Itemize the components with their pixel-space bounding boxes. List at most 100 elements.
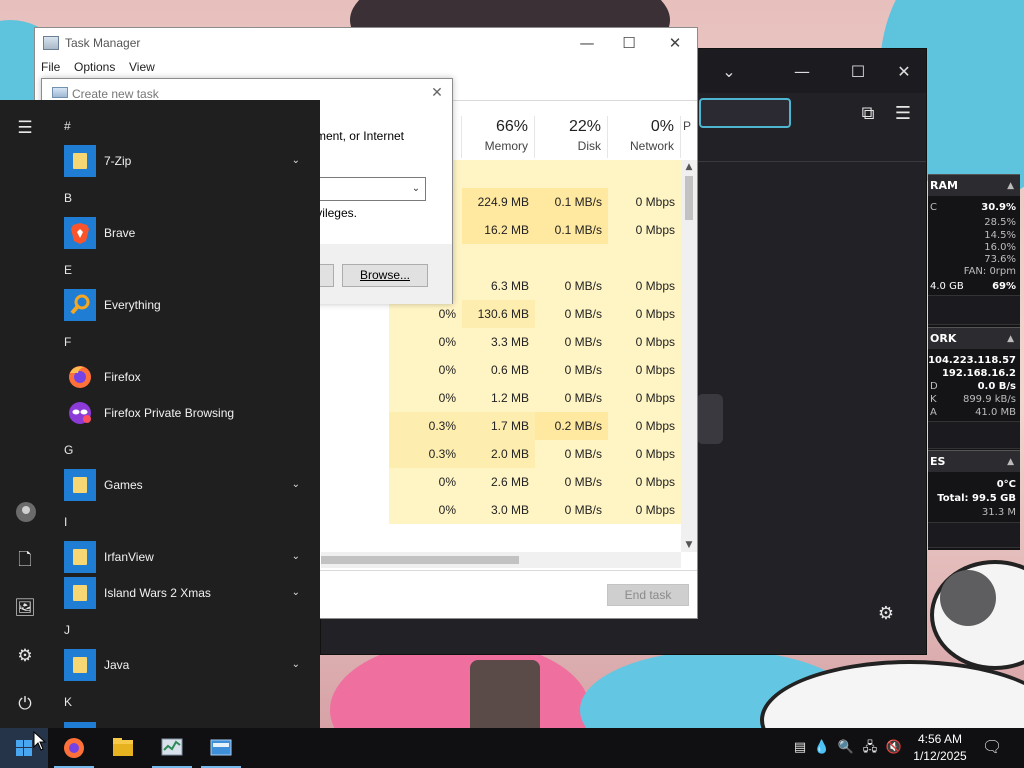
column-pct: 66% [495, 118, 528, 135]
vertical-scrollbar[interactable]: ▲ ▼ [681, 160, 697, 552]
minimize-button[interactable]: — [565, 32, 609, 54]
ram-header[interactable]: RAM ▲ [928, 174, 1020, 196]
cell-memory: 2.0 MB [462, 440, 535, 468]
app-label: Island Wars 2 Xmas [104, 586, 211, 600]
process-row[interactable]: 0% 3.0 MB 0 MB/s 0 Mbps [321, 496, 681, 524]
ram-value: 30.9% [981, 202, 1016, 213]
taskbar-run[interactable] [197, 728, 245, 768]
network-up: 0.0 B/s [977, 381, 1016, 392]
app-item-firefox-private[interactable]: Firefox Private Browsing [60, 395, 312, 431]
settings-icon[interactable]: ⚙ [9, 640, 41, 672]
process-row[interactable]: 0% 1.2 MB 0 MB/s 0 Mbps [321, 384, 681, 412]
process-row[interactable]: 0% 2.6 MB 0 MB/s 0 Mbps [321, 468, 681, 496]
cell-cpu: 0% [389, 468, 462, 496]
process-row[interactable]: 0% 3.3 MB 0 MB/s 0 Mbps [321, 328, 681, 356]
collapse-icon[interactable]: ▲ [1007, 175, 1014, 197]
collapse-icon[interactable]: ▲ [1007, 328, 1014, 350]
network-header[interactable]: ORK ▲ [928, 327, 1020, 349]
cell-memory: 0.6 MB [462, 356, 535, 384]
cell-disk: 0 MB/s [535, 300, 608, 328]
menu-bar: File Options View [35, 58, 697, 78]
letter-header[interactable]: G [64, 440, 264, 460]
cell-memory: 3.0 MB [462, 496, 535, 524]
app-item-java[interactable]: Java ⌄ [60, 647, 312, 683]
process-row[interactable]: 0% 130.6 MB 0 MB/s 0 Mbps [321, 300, 681, 328]
app-item-games[interactable]: Games ⌄ [60, 467, 312, 503]
system-monitor-gadget: RAM ▲ C 30.9% 28.5% 14.5% 16.0% 73.6% FA… [928, 174, 1020, 550]
close-button[interactable]: ✕ [889, 57, 919, 87]
pictures-icon[interactable]: 🖼 [9, 592, 41, 624]
letter-header[interactable]: I [64, 512, 264, 532]
app-item-brave[interactable]: Brave [60, 215, 312, 251]
menu-options[interactable]: Options [74, 60, 115, 74]
documents-icon[interactable]: 🗋 [9, 544, 41, 576]
address-bar[interactable] [699, 98, 791, 128]
letter-header[interactable]: # [64, 116, 264, 136]
app-item-irfanview[interactable]: IrfanView ⌄ [60, 539, 312, 575]
maximize-button[interactable]: ☐ [607, 32, 651, 54]
user-avatar[interactable] [16, 502, 36, 522]
collapse-icon[interactable]: ▲ [1007, 451, 1014, 473]
app-item-everything[interactable]: Everything [60, 287, 312, 323]
column-header-power[interactable]: P [681, 116, 697, 158]
minimize-button[interactable]: — [787, 57, 817, 87]
process-row[interactable]: 0.3% 1.7 MB 0.2 MB/s 0 Mbps [321, 412, 681, 440]
cell-network: 0 Mbps [608, 328, 681, 356]
cell-memory: 3.3 MB [462, 328, 535, 356]
taskbar-firefox[interactable] [50, 728, 98, 768]
letter-header[interactable]: E [64, 260, 264, 280]
notifications-icon[interactable]: 🗨 [982, 738, 1002, 756]
ram-fan: FAN: 0rpm [963, 266, 1016, 277]
power-icon[interactable]: ⏻ [9, 688, 41, 720]
column-header-disk[interactable]: 22% Disk [535, 116, 608, 158]
taskbar-task-manager[interactable] [148, 728, 196, 768]
letter-header[interactable]: B [64, 188, 264, 208]
column-header-network[interactable]: 0% Network [608, 116, 681, 158]
tab-list-dropdown-icon[interactable]: ⌄ [714, 57, 744, 87]
maximize-button[interactable]: ☐ [843, 57, 873, 87]
letter-header[interactable]: J [64, 620, 264, 640]
scroll-down-icon[interactable]: ▼ [681, 538, 697, 552]
firefox-private-icon [64, 397, 96, 429]
drives-header[interactable]: ES ▲ [928, 450, 1020, 472]
settings-gear-icon[interactable]: ⚙ [873, 601, 899, 627]
app-item-firefox[interactable]: Firefox [60, 359, 312, 395]
cell-memory: 1.7 MB [462, 412, 535, 440]
cell-cpu: 0% [389, 328, 462, 356]
column-header-memory[interactable]: 66% Memory [462, 116, 535, 158]
app-menu-icon[interactable]: ☰ [889, 101, 917, 127]
close-button[interactable]: ✕ [653, 32, 697, 54]
scrollbar-thumb[interactable] [321, 556, 519, 564]
horizontal-scrollbar[interactable] [321, 552, 681, 568]
tray-app-icon[interactable]: ▤ [791, 739, 809, 757]
app-item-7zip[interactable]: 7-Zip ⌄ [60, 143, 312, 179]
network-icon[interactable]: 🖧 [861, 739, 879, 757]
search-tray-icon[interactable]: 🔍 [837, 739, 855, 757]
expand-menu-icon[interactable]: ☰ [9, 112, 41, 144]
cell-disk: 0 MB/s [535, 328, 608, 356]
droplet-icon[interactable]: 💧 [813, 739, 831, 757]
close-icon[interactable]: ✕ [426, 83, 448, 103]
cell-disk: 0.1 MB/s [535, 216, 608, 244]
chevron-down-icon[interactable]: ⌄ [408, 179, 424, 199]
browse-button[interactable]: Browse... [342, 264, 428, 287]
app-list: # 7-Zip ⌄ B Brave E Everything F Firefox [50, 100, 320, 728]
menu-file[interactable]: File [41, 60, 60, 74]
extensions-icon[interactable]: ⧉ [854, 101, 882, 127]
letter-header[interactable]: F [64, 332, 264, 352]
task-manager-titlebar[interactable]: Task Manager — ☐ ✕ [35, 28, 697, 58]
process-row[interactable]: 0% 0.6 MB 0 MB/s 0 Mbps [321, 356, 681, 384]
app-label: Games [104, 478, 143, 492]
app-item-partial[interactable] [60, 720, 312, 728]
menu-view[interactable]: View [129, 60, 155, 74]
scroll-up-icon[interactable]: ▲ [681, 160, 697, 174]
app-item-island-wars[interactable]: Island Wars 2 Xmas ⌄ [60, 575, 312, 611]
taskbar-file-explorer[interactable] [99, 728, 147, 768]
scrollbar-thumb[interactable] [685, 176, 693, 220]
letter-header[interactable]: K [64, 692, 264, 712]
drive-temp: 0°C [996, 479, 1016, 490]
clock-time[interactable]: 4:56 AM [900, 732, 980, 746]
clock-date[interactable]: 1/12/2025 [900, 749, 980, 763]
end-task-button[interactable]: End task [607, 584, 689, 606]
process-row[interactable]: 0.3% 2.0 MB 0 MB/s 0 Mbps [321, 440, 681, 468]
